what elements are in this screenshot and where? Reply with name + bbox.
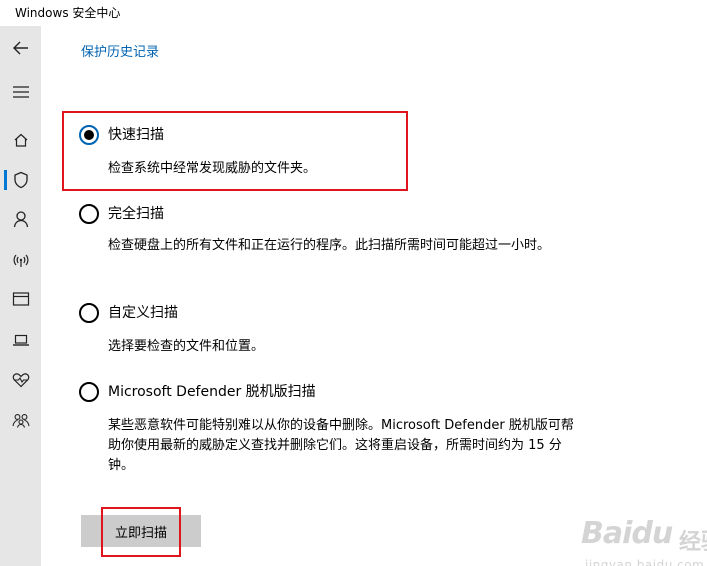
protection-history-link[interactable]: 保护历史记录 xyxy=(81,41,159,60)
watermark-logo-text: Baidu xyxy=(581,516,673,551)
menu-button[interactable] xyxy=(0,74,41,110)
person-icon xyxy=(13,211,28,228)
baidu-jingyan-watermark: Baidu 经验 jingyan.baidu.com xyxy=(581,512,707,566)
full-scan-radio[interactable] xyxy=(79,204,99,224)
custom-scan-label[interactable]: 自定义扫描 xyxy=(108,303,178,323)
active-indicator xyxy=(4,170,7,190)
scan-options-panel: 保护历史记录 快速扫描 检查系统中经常发现威胁的文件夹。 完全扫描 检查硬盘上的… xyxy=(41,26,707,566)
windows-security-window: Windows 安全中心 保护历史记录 快速扫描 检查系统中经常发现威胁的文件夹… xyxy=(0,0,707,566)
nav-item-device-security[interactable] xyxy=(0,322,41,358)
offline-scan-description: 某些恶意软件可能特别难以从你的设备中删除。Microsoft Defender … xyxy=(108,418,574,473)
scan-now-button[interactable]: 立即扫描 xyxy=(81,515,201,547)
laptop-icon xyxy=(12,334,29,346)
nav-item-account[interactable] xyxy=(0,201,41,237)
full-scan-description: 检查硬盘上的所有文件和正在运行的程序。此扫描所需时间可能超过一小时。 xyxy=(108,238,551,253)
quick-scan-label[interactable]: 快速扫描 xyxy=(108,125,164,145)
quick-scan-description: 检查系统中经常发现威胁的文件夹。 xyxy=(108,161,317,176)
watermark-url-text: jingyan.baidu.com xyxy=(585,558,705,566)
nav-item-virus-protection[interactable] xyxy=(0,162,41,198)
family-icon xyxy=(11,414,30,428)
heart-health-icon xyxy=(12,373,29,388)
back-arrow-icon xyxy=(12,41,28,55)
back-button[interactable] xyxy=(0,30,41,66)
quick-scan-radio[interactable] xyxy=(79,125,99,145)
nav-item-family[interactable] xyxy=(0,402,41,438)
network-icon xyxy=(13,254,28,267)
home-icon xyxy=(14,133,27,147)
nav-item-device-health[interactable] xyxy=(0,362,41,398)
nav-item-home[interactable] xyxy=(0,122,41,158)
window-title: Windows 安全中心 xyxy=(15,6,121,20)
shield-icon xyxy=(13,171,28,189)
custom-scan-radio[interactable] xyxy=(79,303,99,323)
title-bar: Windows 安全中心 xyxy=(0,0,707,26)
custom-scan-description: 选择要检查的文件和位置。 xyxy=(108,339,265,354)
offline-scan-label[interactable]: Microsoft Defender 脱机版扫描 xyxy=(108,382,316,402)
watermark-cn-text: 经验 xyxy=(679,530,707,555)
nav-item-firewall[interactable] xyxy=(0,242,41,278)
app-browser-icon xyxy=(12,292,29,306)
full-scan-label[interactable]: 完全扫描 xyxy=(108,204,164,224)
offline-scan-radio[interactable] xyxy=(79,382,99,402)
hamburger-menu-icon xyxy=(12,86,29,98)
sidebar-nav xyxy=(0,26,41,566)
nav-item-app-browser[interactable] xyxy=(0,281,41,317)
